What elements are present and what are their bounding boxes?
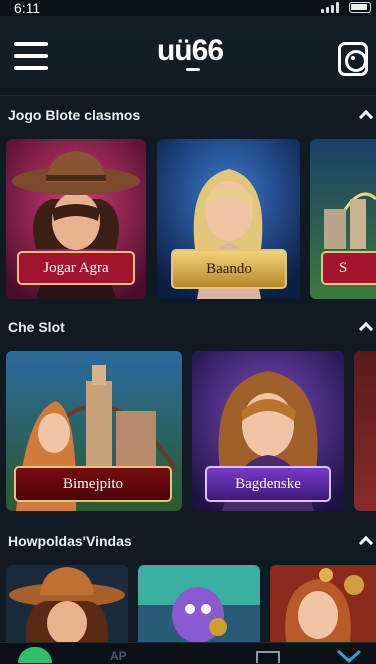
game-card-9[interactable] bbox=[270, 565, 376, 642]
game-play-button-5[interactable]: Bagdenske bbox=[205, 466, 331, 502]
speaker-icon[interactable] bbox=[338, 42, 368, 76]
battery-icon bbox=[349, 2, 371, 13]
tab-home[interactable] bbox=[18, 645, 52, 663]
game-card-7[interactable] bbox=[6, 565, 128, 642]
status-bar: 6:11 bbox=[0, 0, 376, 16]
tv-icon bbox=[256, 651, 280, 663]
status-time: 6:11 bbox=[14, 0, 41, 16]
game-card-6[interactable] bbox=[354, 351, 376, 511]
section-title-3: Howpoldas'Vindas bbox=[8, 533, 132, 549]
game-card-1[interactable]: Jogar Agra bbox=[6, 139, 146, 299]
game-play-button-1[interactable]: Jogar Agra bbox=[17, 251, 135, 285]
section-title-2: Che Slot bbox=[8, 319, 65, 335]
game-play-button-4[interactable]: Bimejpito bbox=[14, 466, 172, 502]
game-card-5[interactable]: Bagdenske bbox=[192, 351, 344, 511]
section-title-1: Jogo Blote clasmos bbox=[8, 107, 141, 123]
tab-tv[interactable] bbox=[254, 645, 282, 663]
app-header: uü66 bbox=[0, 16, 376, 96]
game-art-redhead bbox=[270, 565, 376, 642]
game-card-3[interactable]: S bbox=[310, 139, 376, 299]
tab-more[interactable] bbox=[336, 645, 362, 664]
game-play-button-3[interactable]: S bbox=[321, 251, 376, 285]
tab-ap[interactable]: AP bbox=[106, 645, 136, 663]
tab-ap-label: AP bbox=[110, 649, 127, 663]
chevrons-icon bbox=[336, 649, 362, 664]
game-play-button-2[interactable]: Baando bbox=[171, 249, 287, 289]
game-card-4[interactable]: Bimejpito bbox=[6, 351, 182, 511]
bottom-tab-bar: AP bbox=[0, 642, 376, 664]
logo-underline bbox=[186, 68, 200, 71]
game-card-8[interactable] bbox=[138, 565, 260, 642]
chevron-up-icon[interactable] bbox=[359, 320, 371, 332]
chevron-up-icon[interactable] bbox=[359, 108, 371, 120]
game-art-purple-monster bbox=[138, 565, 260, 642]
app-logo[interactable]: uü66 bbox=[140, 34, 240, 68]
home-icon bbox=[18, 647, 52, 663]
signal-icon bbox=[321, 2, 341, 13]
game-card-2[interactable]: Baando bbox=[157, 139, 300, 299]
chevron-up-icon[interactable] bbox=[359, 534, 371, 546]
game-art-sombrero bbox=[6, 565, 128, 642]
hamburger-menu-icon[interactable] bbox=[14, 42, 48, 72]
